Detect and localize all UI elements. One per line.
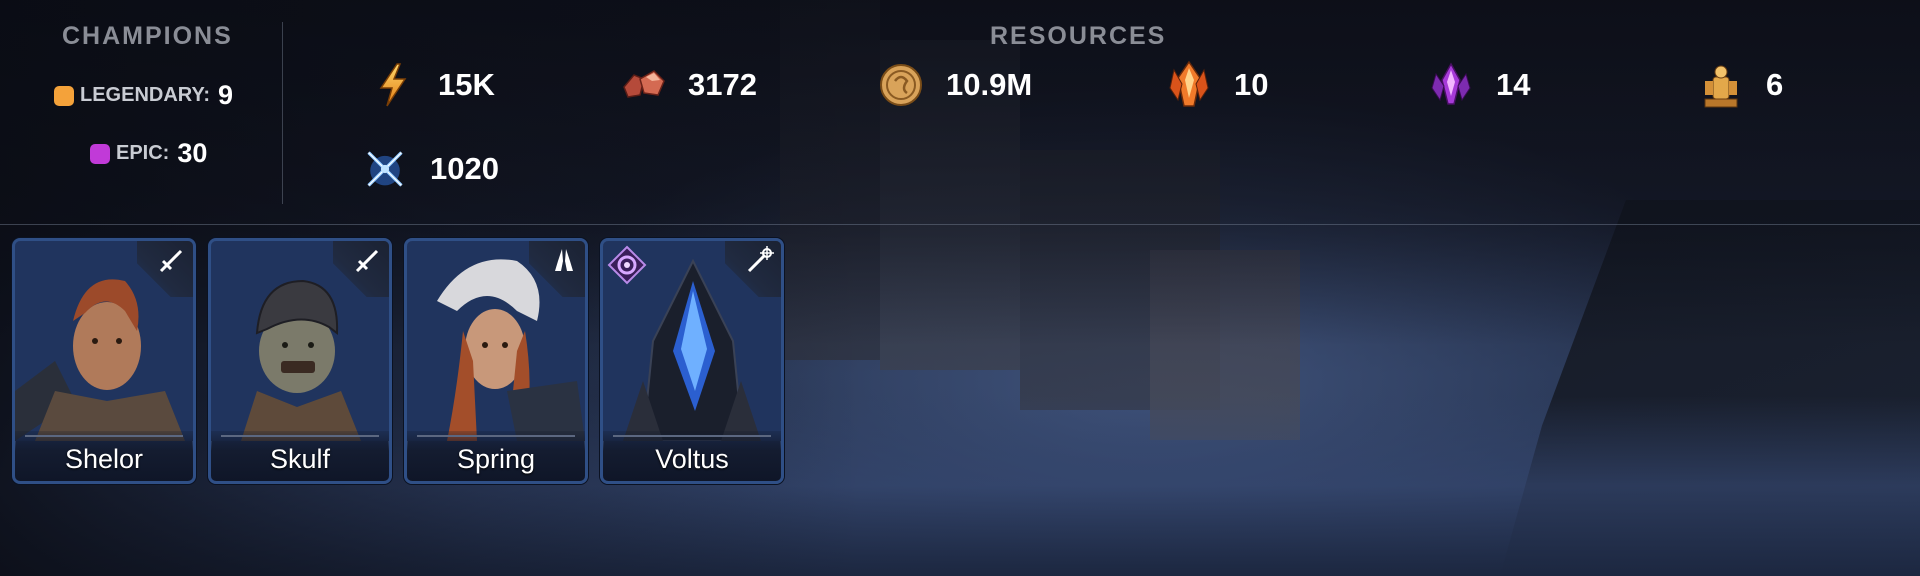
golden-statue-value: 6 (1766, 67, 1784, 102)
champion-card-spring[interactable]: Spring (404, 238, 588, 484)
rubies-value: 3172 (688, 67, 757, 102)
silver-coin-icon (878, 62, 924, 108)
void-shard-icon (1428, 62, 1474, 108)
resources-title: RESOURCES (990, 22, 1167, 50)
rubies-icon (620, 62, 666, 108)
epic-label: EPIC: (116, 142, 170, 164)
legendary-count: LEGENDARY: 9 (54, 80, 233, 111)
account-summary-panel: CHAMPIONS LEGENDARY: 9 EPIC: 30 RESOURCE… (0, 0, 1920, 225)
arena-swords-icon (362, 146, 408, 192)
energy-bolt-icon (370, 62, 416, 108)
epic-count: EPIC: 30 (90, 138, 207, 169)
champion-name: Skulf (269, 444, 331, 474)
name-plate-ornament (417, 435, 575, 437)
champion-name: Spring (456, 444, 536, 474)
champion-name: Shelor (64, 444, 144, 474)
affinity-badge (607, 245, 647, 285)
resource-golden-statue: 6 (1698, 60, 1783, 110)
name-plate-ornament (221, 435, 379, 437)
silver-value: 10.9M (946, 67, 1033, 102)
arena-value: 1020 (430, 151, 499, 186)
champion-cards: Shelor Skulf Spring Voltus (12, 238, 784, 484)
fire-shard-value: 10 (1234, 67, 1269, 102)
name-plate: Skulf (211, 431, 389, 481)
name-plate: Spring (407, 431, 585, 481)
void-affinity-icon (607, 245, 647, 285)
legendary-label: LEGENDARY: (80, 84, 210, 106)
staff-class-icon (747, 246, 774, 273)
section-divider (282, 22, 283, 204)
resource-rubies: 3172 (620, 60, 757, 110)
energy-value: 15K (438, 67, 495, 102)
name-plate-ornament (25, 435, 183, 437)
name-plate-ornament (613, 435, 771, 437)
fire-shard-icon (1166, 60, 1212, 108)
champion-name: Voltus (655, 444, 729, 474)
champion-card-skulf[interactable]: Skulf (208, 238, 392, 484)
champions-title: CHAMPIONS (62, 22, 233, 50)
void-shard-value: 14 (1496, 67, 1531, 102)
resource-energy: 15K (370, 60, 495, 110)
golden-statue-icon (1698, 62, 1744, 108)
resource-silver: 10.9M (878, 60, 1032, 110)
champion-card-voltus[interactable]: Voltus (600, 238, 784, 484)
epic-rarity-icon (90, 143, 110, 164)
champion-card-shelor[interactable]: Shelor (12, 238, 196, 484)
legendary-rarity-icon (54, 85, 74, 106)
epic-value: 30 (177, 138, 208, 168)
name-plate: Voltus (603, 431, 781, 481)
name-plate: Shelor (15, 431, 193, 481)
resource-fire-shard: 10 (1166, 60, 1268, 110)
praying-hands-class-icon (555, 249, 573, 271)
sword-class-icon (355, 249, 379, 273)
champions-section: CHAMPIONS LEGENDARY: 9 EPIC: 30 (0, 0, 283, 205)
sword-class-icon (159, 249, 183, 273)
resource-void-shard: 14 (1428, 60, 1530, 110)
legendary-value: 9 (218, 80, 234, 110)
resource-arena: 1020 (362, 144, 499, 194)
